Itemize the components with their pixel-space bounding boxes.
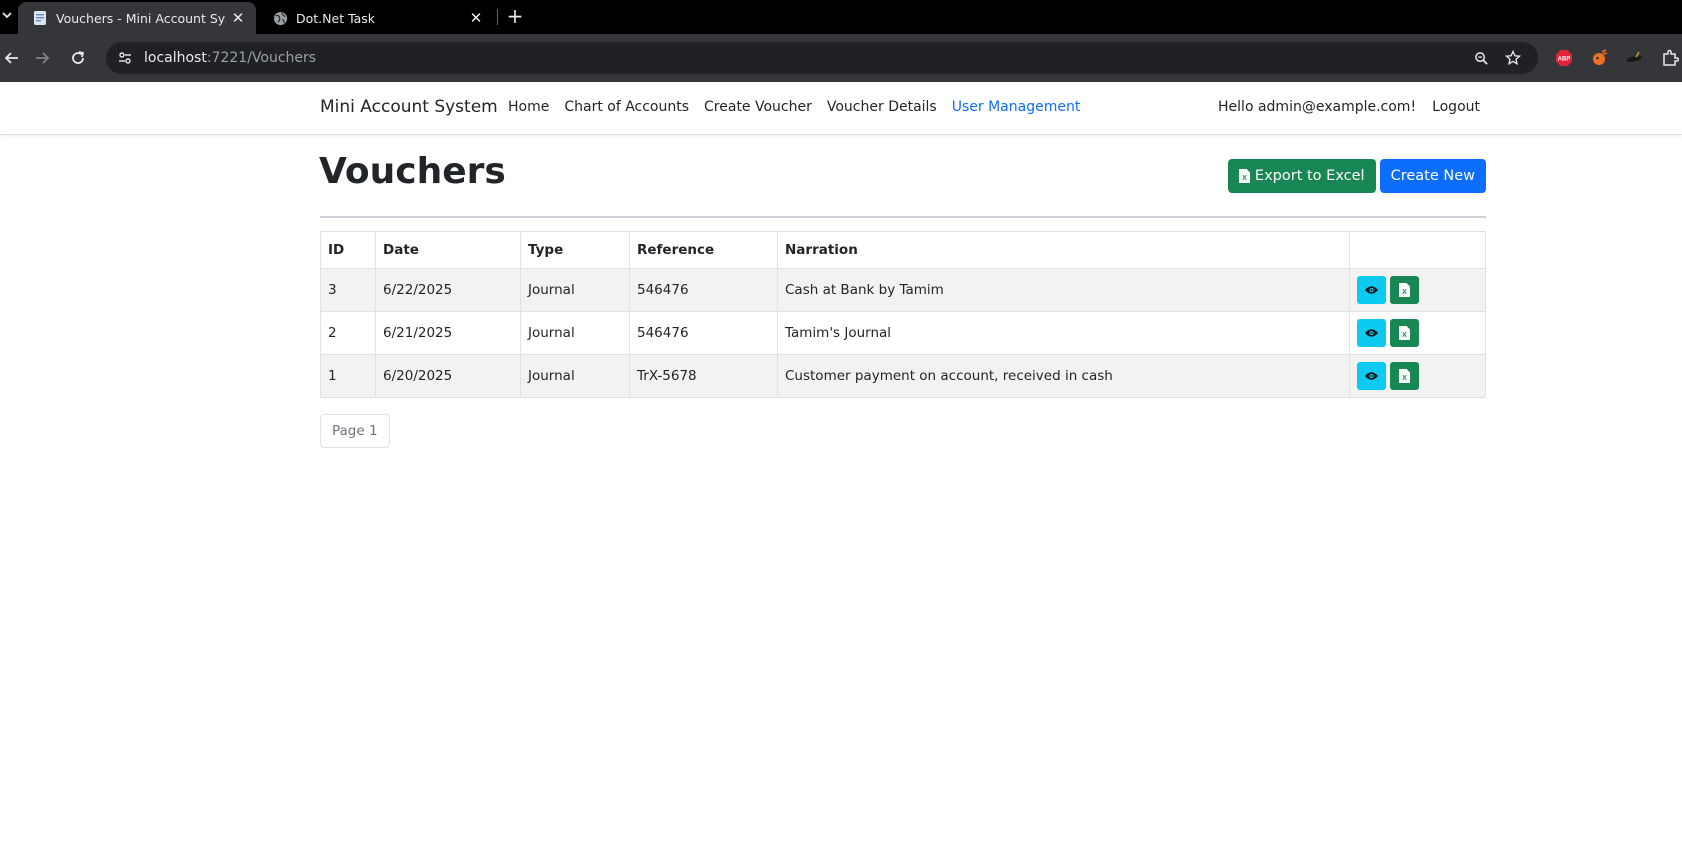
table-header-row: ID Date Type Reference Narration: [320, 231, 1486, 269]
page-title: Vouchers: [319, 151, 506, 192]
page-actions: X Export to Excel Create New: [1227, 159, 1486, 193]
star-icon[interactable]: [1504, 49, 1522, 67]
browser-tab-vouchers[interactable]: Vouchers - Mini Account Systen ✕: [18, 2, 256, 34]
excel-file-icon: X: [1399, 369, 1410, 383]
url-host: localhost: [144, 50, 207, 66]
cell-id: 3: [320, 268, 376, 312]
site-navbar: Mini Account System Home Chart of Accoun…: [0, 82, 1682, 135]
export-label: Export to Excel: [1254, 168, 1365, 184]
new-tab-button[interactable]: +: [504, 4, 526, 28]
export-row-button[interactable]: X: [1390, 276, 1419, 304]
reload-button[interactable]: [66, 46, 90, 70]
address-bar[interactable]: localhost:7221/Vouchers: [106, 42, 1538, 74]
cell-date: 6/22/2025: [375, 268, 521, 312]
column-header-actions: [1349, 231, 1486, 269]
cell-date: 6/20/2025: [375, 354, 521, 398]
web-page: Mini Account System Home Chart of Accoun…: [0, 82, 1682, 853]
cell-id: 1: [320, 354, 376, 398]
url-path: :7221/Vouchers: [206, 50, 317, 66]
excel-file-icon: X: [1238, 169, 1250, 183]
cell-narration: Customer payment on account, received in…: [777, 354, 1350, 398]
column-header-narration: Narration: [777, 231, 1350, 269]
tab-separator: [497, 9, 498, 25]
extension-dark-icon[interactable]: [1622, 46, 1646, 70]
arrow-right-icon: [36, 52, 50, 64]
chevron-down-icon: [2, 12, 12, 19]
nav-link-create-voucher[interactable]: Create Voucher: [704, 99, 812, 115]
nav-link-chart-of-accounts[interactable]: Chart of Accounts: [564, 99, 689, 115]
cell-reference: 546476: [629, 268, 778, 312]
tune-icon[interactable]: [116, 49, 134, 67]
user-greeting[interactable]: Hello admin@example.com!: [1218, 99, 1416, 115]
column-header-reference: Reference: [629, 231, 778, 269]
nav-links: Home Chart of Accounts Create Voucher Vo…: [508, 99, 1095, 115]
excel-file-icon: X: [1399, 326, 1410, 340]
cell-id: 2: [320, 311, 376, 355]
column-header-id: ID: [320, 231, 376, 269]
svg-text:X: X: [1242, 175, 1247, 182]
svg-text:X: X: [1402, 375, 1407, 382]
nav-link-home[interactable]: Home: [508, 99, 549, 115]
export-row-button[interactable]: X: [1390, 319, 1419, 347]
zoom-icon[interactable]: [1472, 49, 1490, 67]
nav-user-area: Hello admin@example.com! Logout: [1218, 99, 1480, 115]
eye-icon: [1364, 372, 1379, 380]
globe-icon: [272, 10, 288, 26]
tab-list-button[interactable]: [0, 6, 14, 28]
cell-date: 6/21/2025: [375, 311, 521, 355]
browser-tab-bar: Vouchers - Mini Account Systen ✕ Dot.Net…: [0, 0, 1682, 34]
nav-link-voucher-details[interactable]: Voucher Details: [827, 99, 937, 115]
column-header-date: Date: [375, 231, 521, 269]
extensions-puzzle-icon[interactable]: [1658, 46, 1682, 70]
browser-toolbar: localhost:7221/Vouchers ABP: [0, 34, 1682, 82]
tab-title: Dot.Net Task: [296, 10, 376, 26]
browser-tab-dotnet-task[interactable]: Dot.Net Task ✕: [258, 2, 494, 34]
logout-link[interactable]: Logout: [1432, 99, 1480, 115]
pagination-current-page: Page 1: [320, 414, 390, 448]
back-button[interactable]: [0, 46, 24, 70]
cell-narration: Cash at Bank by Tamim: [777, 268, 1350, 312]
divider: [320, 216, 1486, 218]
vouchers-table: ID Date Type Reference Narration 3 6/22/…: [320, 231, 1486, 398]
document-icon: [32, 10, 48, 26]
cell-type: Journal: [520, 268, 630, 312]
navbar-brand[interactable]: Mini Account System: [320, 97, 498, 117]
cell-actions: X: [1349, 268, 1486, 312]
excel-file-icon: X: [1399, 283, 1410, 297]
cell-reference: 546476: [629, 311, 778, 355]
export-row-button[interactable]: X: [1390, 362, 1419, 390]
arrow-left-icon: [4, 52, 18, 64]
table-row: 3 6/22/2025 Journal 546476 Cash at Bank …: [320, 268, 1486, 312]
forward-button[interactable]: [30, 46, 54, 70]
extension-orange-icon[interactable]: [1588, 46, 1612, 70]
view-button[interactable]: [1357, 362, 1386, 390]
column-header-type: Type: [520, 231, 630, 269]
reload-icon: [72, 51, 85, 64]
export-to-excel-button[interactable]: X Export to Excel: [1227, 159, 1376, 193]
nav-link-user-management[interactable]: User Management: [952, 99, 1081, 115]
cell-actions: X: [1349, 354, 1486, 398]
cell-narration: Tamim's Journal: [777, 311, 1350, 355]
create-label: Create New: [1390, 168, 1475, 184]
view-button[interactable]: [1357, 319, 1386, 347]
eye-icon: [1364, 329, 1379, 337]
view-button[interactable]: [1357, 276, 1386, 304]
cell-type: Journal: [520, 354, 630, 398]
table-row: 2 6/21/2025 Journal 546476 Tamim's Journ…: [320, 311, 1486, 355]
table-row: 1 6/20/2025 Journal TrX-5678 Customer pa…: [320, 354, 1486, 398]
eye-icon: [1364, 286, 1379, 294]
svg-text:X: X: [1402, 332, 1407, 339]
cell-actions: X: [1349, 311, 1486, 355]
create-new-button[interactable]: Create New: [1379, 159, 1486, 193]
cell-type: Journal: [520, 311, 630, 355]
svg-text:X: X: [1402, 289, 1407, 296]
url-text: localhost:7221/Vouchers: [144, 50, 316, 66]
tab-title: Vouchers - Mini Account Systen: [56, 10, 226, 26]
cell-reference: TrX-5678: [629, 354, 778, 398]
svg-text:ABP: ABP: [1558, 57, 1571, 63]
adblock-extension-icon[interactable]: ABP: [1552, 46, 1576, 70]
close-icon[interactable]: ✕: [226, 9, 250, 27]
close-icon[interactable]: ✕: [464, 9, 488, 27]
